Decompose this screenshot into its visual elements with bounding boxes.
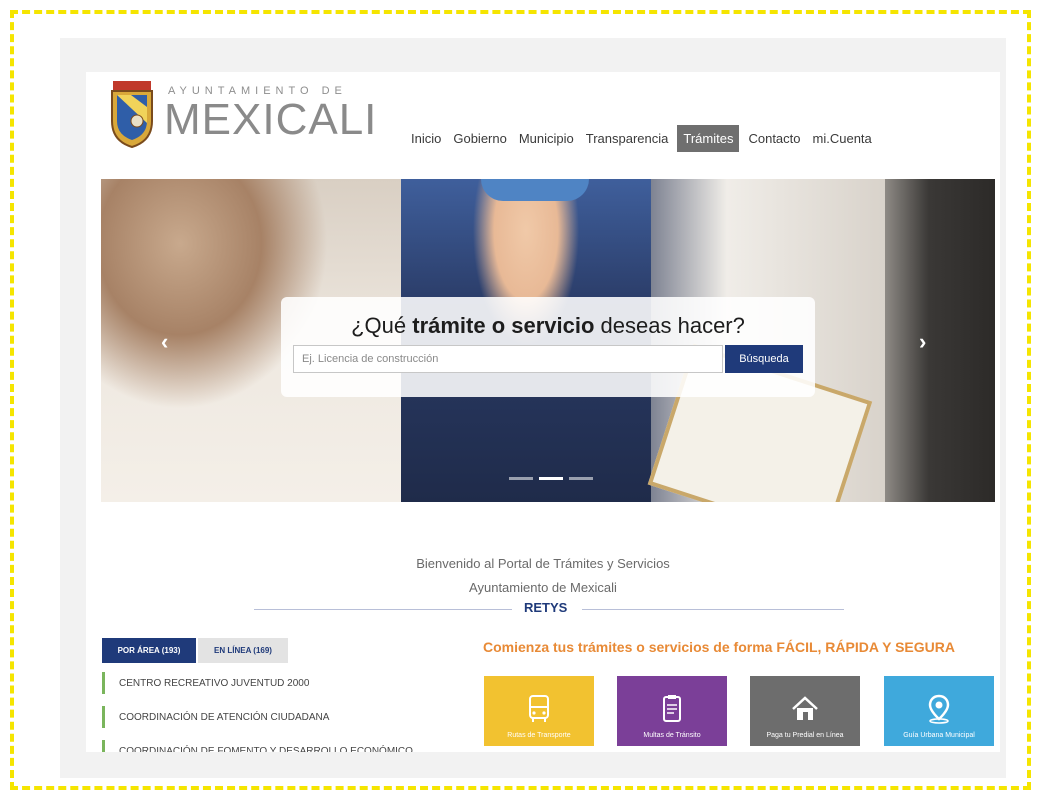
carousel-indicator[interactable]: [509, 477, 533, 480]
carousel-next-icon[interactable]: ›: [919, 329, 926, 355]
nav-inicio[interactable]: Inicio: [408, 125, 444, 152]
service-label: Rutas de Transporte: [507, 732, 571, 739]
tab-por-area[interactable]: POR ÁREA (193): [102, 638, 196, 663]
nav-tramites[interactable]: Trámites: [677, 125, 740, 152]
hero-photo-door: [885, 179, 995, 502]
hero-photo-cap: [481, 179, 589, 201]
service-tile-predial[interactable]: Paga tu Predial en Línea: [750, 676, 860, 746]
retys-heading: RETYS: [524, 600, 568, 615]
map-pin-icon: [928, 694, 950, 724]
service-label: Paga tu Predial en Línea: [766, 732, 844, 739]
area-list-item[interactable]: CENTRO RECREATIVO JUVENTUD 2000: [102, 672, 422, 694]
search-question: ¿Qué trámite o servicio deseas hacer?: [351, 313, 745, 338]
divider-left: [254, 609, 512, 610]
promo-heading: Comienza tus trámites o servicios de for…: [483, 639, 955, 655]
nav-transparencia[interactable]: Transparencia: [583, 125, 672, 152]
search-button[interactable]: Búsqueda: [725, 345, 803, 373]
bus-icon: [529, 695, 549, 722]
carousel-indicator[interactable]: [569, 477, 593, 480]
nav-mi-cuenta[interactable]: mi.Cuenta: [810, 125, 875, 152]
carousel-indicators: [509, 477, 593, 480]
nav-municipio[interactable]: Municipio: [516, 125, 577, 152]
divider-right: [582, 609, 844, 610]
area-list-item[interactable]: COORDINACIÓN DE ATENCIÓN CIUDADANA: [102, 706, 422, 728]
service-label: Multas de Tránsito: [643, 732, 701, 739]
nav-contacto[interactable]: Contacto: [745, 125, 803, 152]
tab-en-linea[interactable]: EN LÍNEA (169): [198, 638, 288, 663]
carousel-prev-icon[interactable]: ‹: [161, 329, 168, 355]
service-label: Guía Urbana Municipal: [903, 732, 975, 739]
welcome-line-2: Ayuntamiento de Mexicali: [469, 580, 617, 595]
coat-of-arms-logo[interactable]: [109, 77, 155, 149]
service-tile-multas[interactable]: Multas de Tránsito: [617, 676, 727, 746]
carousel-indicator-active[interactable]: [539, 477, 563, 480]
ticket-icon: [663, 695, 681, 722]
home-icon: [792, 696, 818, 720]
main-navigation: Inicio Gobierno Municipio Transparencia …: [408, 125, 875, 152]
search-input[interactable]: [293, 345, 723, 373]
service-tile-rutas[interactable]: Rutas de Transporte: [484, 676, 594, 746]
welcome-line-1: Bienvenido al Portal de Trámites y Servi…: [416, 556, 670, 571]
hero-carousel: ‹ › ¿Qué trámite o servicio deseas hacer…: [101, 179, 995, 502]
portal-page: AYUNTAMIENTO DE MEXICALI Inicio Gobierno…: [86, 72, 1000, 752]
area-list-item[interactable]: COORDINACIÓN DE FOMENTO Y DESARROLLO ECO…: [102, 740, 422, 752]
brand-title[interactable]: MEXICALI: [164, 95, 377, 145]
service-tile-guia[interactable]: Guía Urbana Municipal: [884, 676, 994, 746]
search-panel: ¿Qué trámite o servicio deseas hacer? Bú…: [281, 297, 815, 397]
nav-gobierno[interactable]: Gobierno: [450, 125, 509, 152]
